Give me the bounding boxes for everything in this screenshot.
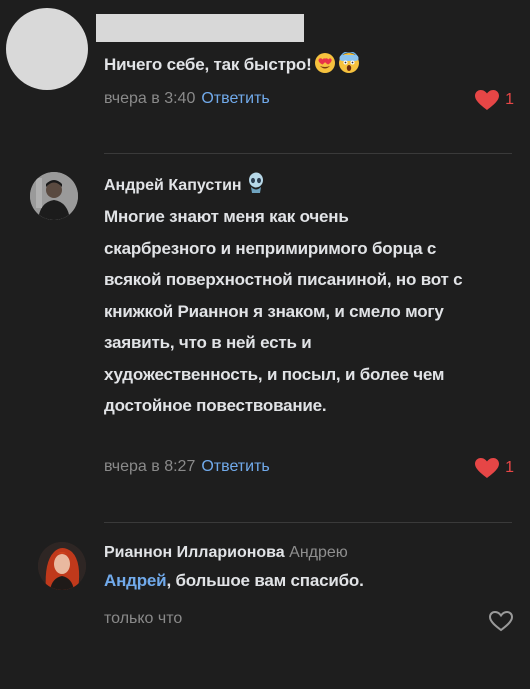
divider bbox=[104, 522, 512, 523]
comment-text: Многие знают меня как очень скарбрезного… bbox=[104, 207, 463, 415]
reply-button[interactable]: Ответить bbox=[201, 458, 269, 475]
divider bbox=[104, 153, 512, 154]
screaming-emoji bbox=[338, 52, 359, 73]
comment-author[interactable]: Рианнон Илларионова Андрею bbox=[104, 542, 504, 564]
heart-outline-icon bbox=[488, 610, 514, 632]
like-count: 1 bbox=[505, 91, 514, 108]
avatar[interactable] bbox=[30, 172, 78, 220]
heart-icon bbox=[475, 458, 500, 478]
like-count: 1 bbox=[505, 459, 514, 476]
comment-time: только что bbox=[104, 610, 183, 627]
like-button[interactable]: 1 bbox=[474, 89, 514, 111]
comment-author[interactable]: Андрей Капустин bbox=[104, 172, 504, 197]
heart-eyes-emoji bbox=[314, 53, 335, 73]
comment-time: вчера в 3:40 bbox=[104, 90, 196, 107]
redacted-author-name bbox=[96, 14, 304, 42]
comment-meta: вчера в 3:40 Ответить bbox=[104, 89, 270, 109]
like-button[interactable] bbox=[488, 610, 514, 632]
heart-icon bbox=[475, 90, 500, 110]
comment-meta: только что bbox=[104, 609, 182, 629]
comment: Андрей Капустин Многие знают меня как оч… bbox=[0, 160, 530, 520]
comment-time: вчера в 8:27 bbox=[104, 458, 196, 475]
avatar[interactable] bbox=[38, 542, 86, 590]
comment-meta: вчера в 8:27 Ответить bbox=[104, 457, 270, 477]
avatar[interactable] bbox=[6, 8, 88, 90]
comment-text: Андрей, большое вам спасибо. bbox=[104, 571, 364, 590]
like-button[interactable]: 1 bbox=[474, 457, 514, 479]
reply-button[interactable]: Ответить bbox=[201, 90, 269, 107]
mention-link[interactable]: Андрей bbox=[104, 571, 167, 590]
reply-to-label[interactable]: Андрею bbox=[289, 544, 348, 561]
comment: Ничего себе, так быстро! вчера в 3:40 Отв… bbox=[0, 0, 530, 150]
comment: Рианнон Илларионова Андрею Андрей, больш… bbox=[0, 528, 530, 689]
comments-thread: Ничего себе, так быстро! вчера в 3:40 Отв… bbox=[0, 0, 530, 689]
comment-text: Ничего себе, так быстро! bbox=[104, 52, 484, 77]
alien-badge-icon bbox=[248, 172, 263, 193]
